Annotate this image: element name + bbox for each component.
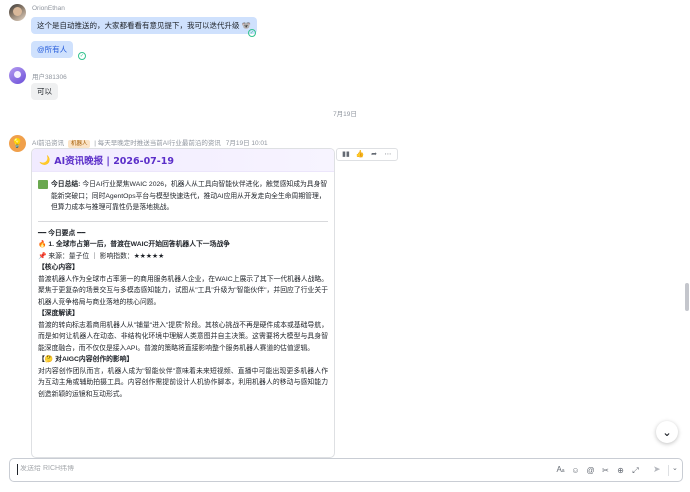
sender-name[interactable]: AI前沿资讯: [32, 140, 64, 147]
divider: [668, 465, 669, 476]
message-composer[interactable]: Aa ☺ @ ✂ ⊕ ⤢ ➤ ⌄: [9, 458, 683, 482]
message-bubble[interactable]: @所有人: [31, 41, 74, 58]
core-title: 【核心内容】: [38, 264, 79, 271]
avatar[interactable]: [9, 67, 26, 84]
summary-block: 今日总结: 今日AI行业聚焦WAIC 2026，机器人从工具向智能伙伴进化，触觉…: [38, 179, 328, 214]
stats-icon[interactable]: ▮▮: [339, 149, 353, 160]
section-heading: ━━ 今日要点 ━━: [38, 229, 86, 237]
mention-all[interactable]: @所有人: [37, 45, 67, 54]
card-body: 今日总结: 今日AI行业聚焦WAIC 2026，机器人从工具向智能伙伴进化，触觉…: [32, 172, 334, 400]
aigc-text: 对内容创作团队而言，机器人成为"智能伙伴"意味着未来短视频、直播中可能出现更多机…: [38, 367, 328, 398]
forward-icon[interactable]: ➦: [367, 149, 381, 160]
more-icon[interactable]: ⋯: [381, 149, 395, 160]
card-title: AI资讯晚报 | 2026-07-19: [54, 156, 174, 167]
summary-label: 今日总结:: [51, 181, 81, 188]
message-input[interactable]: [20, 465, 400, 472]
news-meta: 📌 来源：量子位 ｜ 影响指数：★★★★★: [38, 252, 165, 260]
message-bubble[interactable]: 这个是自动推送的，大家都看看有意见提下，我可以迭代升级 🐨: [31, 17, 257, 34]
add-icon[interactable]: ⊕: [613, 465, 628, 477]
bulb-icon: 💡: [11, 138, 24, 148]
emoji-icon[interactable]: ☺: [568, 465, 583, 477]
sender-name[interactable]: OrionEthan: [32, 5, 65, 12]
card-header: 🌙 AI资讯晚报 | 2026-07-19: [32, 149, 334, 172]
avatar[interactable]: [9, 4, 26, 21]
moon-icon: 🌙: [39, 154, 51, 165]
message-toolbar: ▮▮ 👍 ➦ ⋯: [336, 148, 398, 161]
summary-text: 今日AI行业聚焦WAIC 2026，机器人从工具向智能伙伴进化，触觉感知成为具身…: [51, 181, 328, 211]
date-divider: 7月19日: [0, 108, 690, 118]
bot-avatar[interactable]: 💡: [9, 135, 26, 152]
chat-area: OrionEthan 这个是自动推送的，大家都看看有意见提下，我可以迭代升级 🐨…: [0, 0, 690, 458]
message-text: 可以: [37, 87, 52, 96]
aigc-title: 【🤔 对AIGC内容创作的影响】: [38, 356, 134, 363]
expand-icon[interactable]: ⤢: [628, 465, 643, 477]
send-icon[interactable]: ➤: [653, 464, 661, 475]
core-text: 普渡机器人作为全球市占率第一的商用服务机器人企业，在WAIC上展示了其下一代机器…: [38, 275, 328, 306]
news-card[interactable]: 🌙 AI资讯晚报 | 2026-07-19 今日总结: 今日AI行业聚焦WAIC…: [31, 148, 335, 458]
divider: [38, 220, 328, 222]
news-title: 🔥 1. 全球市占第一后，普渡在WAIC开始回答机器人下一场战争: [38, 241, 230, 248]
message-bubble[interactable]: 可以: [31, 83, 58, 100]
bot-sender-line: AI前沿资讯 机器人 | 每天早晚定时推送当前AI行业最前沿的资讯 7月19日 …: [32, 137, 268, 148]
text-cursor: [17, 464, 18, 475]
message-text: 这个是自动推送的，大家都看看有意见提下，我可以迭代升级 🐨: [37, 21, 251, 30]
mention-icon[interactable]: @: [583, 465, 598, 477]
summary-icon: [38, 180, 48, 189]
bot-description: | 每天早晚定时推送当前AI行业最前沿的资讯: [94, 140, 221, 147]
deep-title: 【深度解读】: [38, 310, 79, 317]
chevron-down-icon[interactable]: ⌄: [672, 464, 678, 472]
sender-name[interactable]: 用户381306: [32, 71, 67, 81]
bot-tag: 机器人: [67, 140, 91, 148]
scissors-icon[interactable]: ✂: [598, 465, 613, 477]
composer-tools: Aa ☺ @ ✂ ⊕ ⤢: [553, 464, 643, 477]
format-icon[interactable]: Aa: [553, 464, 568, 477]
thumbs-up-icon[interactable]: 👍: [353, 149, 367, 160]
chevron-down-icon: ⌄: [662, 426, 672, 439]
date-label: 7月19日: [333, 111, 357, 118]
scrollbar-thumb[interactable]: [685, 283, 689, 311]
message-time: 7月19日 10:01: [225, 140, 268, 147]
read-status-icon: ✓: [248, 29, 256, 37]
scroll-to-bottom-button[interactable]: ⌄: [656, 421, 678, 443]
read-status-icon: ✓: [78, 52, 86, 60]
deep-text: 普渡的转向标志着商用机器人从"铺量"进入"提质"阶段。其核心挑战不再是硬件成本或…: [38, 321, 328, 352]
scrollbar[interactable]: [684, 0, 690, 458]
